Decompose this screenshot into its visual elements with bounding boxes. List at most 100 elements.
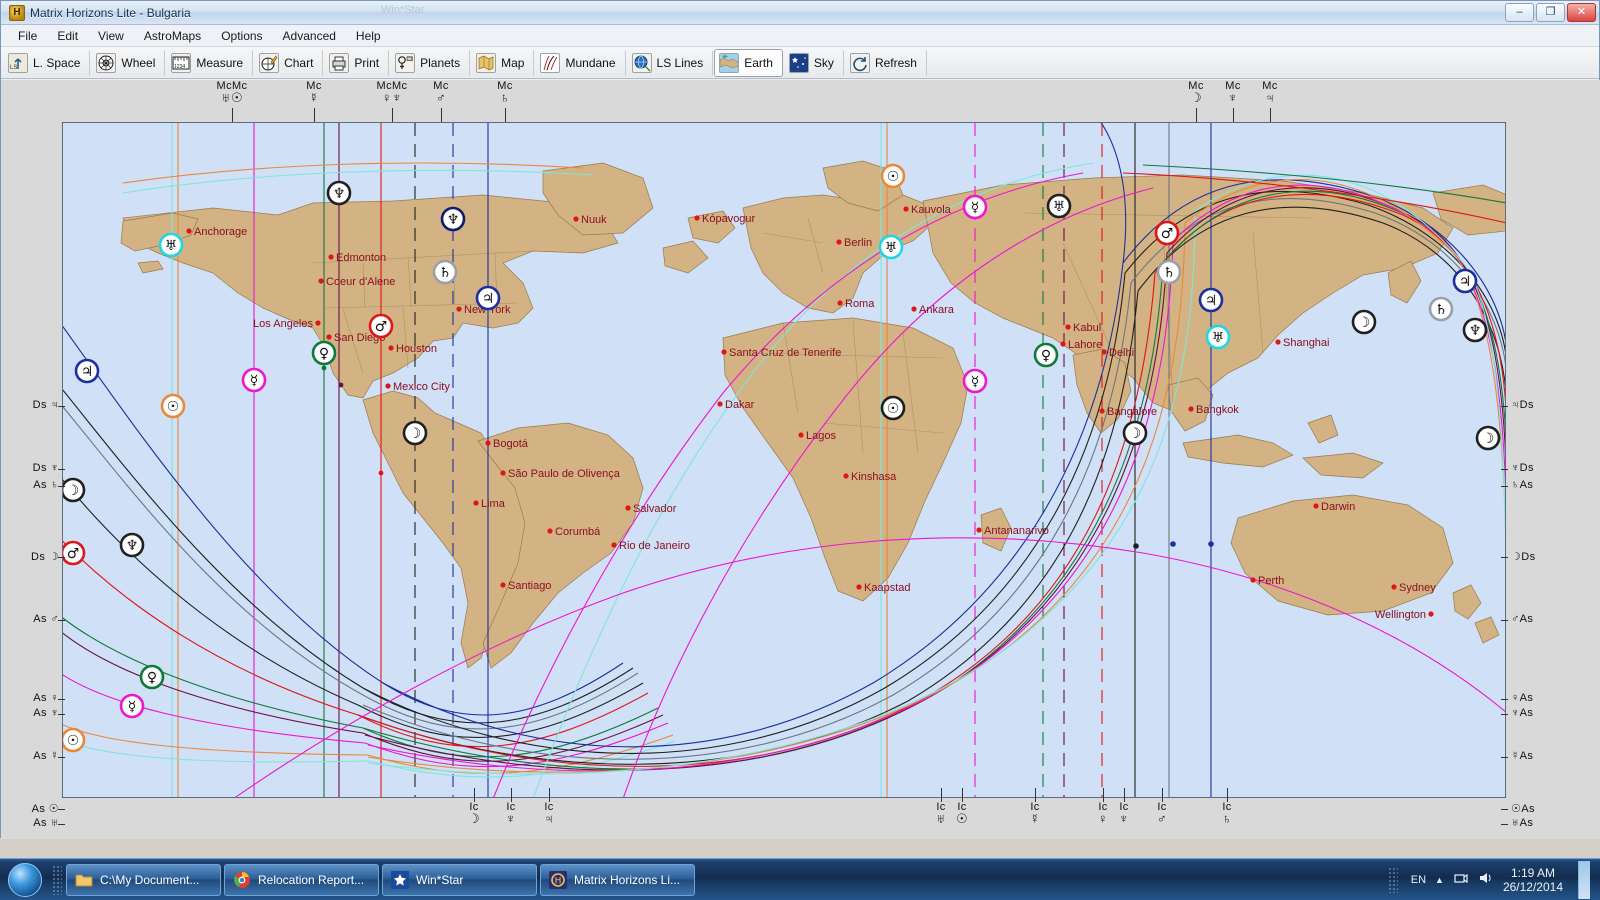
planet-marker[interactable]: ♃ — [1452, 268, 1478, 294]
planet-marker[interactable]: ♂ — [1154, 220, 1180, 246]
city-dot[interactable] — [694, 215, 700, 221]
planet-marker[interactable]: ☉ — [880, 395, 906, 421]
planet-marker[interactable]: ☽ — [1351, 309, 1377, 335]
planet-marker[interactable]: ♆ — [119, 532, 145, 558]
city-dot[interactable] — [798, 432, 804, 438]
planet-marker[interactable]: ☿ — [962, 368, 988, 394]
taskbar-item-3[interactable]: Win*Star — [382, 863, 537, 896]
planet-marker[interactable]: ☽ — [63, 477, 86, 503]
city-dot[interactable] — [1065, 324, 1071, 330]
title-bar[interactable]: H Matrix Horizons Lite - Bulgaria Win*St… — [1, 1, 1599, 25]
city-dot[interactable] — [721, 349, 727, 355]
city-dot[interactable] — [388, 345, 394, 351]
menu-item-options[interactable]: Options — [212, 26, 271, 46]
toolbar-button-mundane[interactable]: Mundane — [535, 48, 626, 77]
toolbar-button-earth[interactable]: Earth — [714, 48, 783, 77]
city-dot[interactable] — [315, 320, 321, 326]
city-dot[interactable] — [186, 228, 192, 234]
toolbar-button-sky[interactable]: Sky — [784, 48, 844, 77]
menu-item-advanced[interactable]: Advanced — [274, 26, 345, 46]
city-dot[interactable] — [1391, 584, 1397, 590]
planet-marker[interactable]: ♄ — [432, 259, 458, 285]
menu-item-view[interactable]: View — [89, 26, 133, 46]
toolbar-button-ls-lines[interactable]: LS Lines — [627, 48, 714, 77]
city-dot[interactable] — [611, 542, 617, 548]
planet-marker[interactable]: ☿ — [962, 194, 988, 220]
city-dot[interactable] — [385, 383, 391, 389]
menu-item-edit[interactable]: Edit — [48, 26, 87, 46]
menu-item-file[interactable]: File — [9, 26, 46, 46]
planet-marker[interactable]: ☉ — [160, 393, 186, 419]
toolbar-button-measure[interactable]: 1234 Measure — [166, 48, 254, 77]
toolbar-button-wheel[interactable]: Wheel — [91, 48, 166, 77]
toolbar-button-print[interactable]: Print — [324, 48, 390, 77]
city-dot[interactable] — [318, 278, 324, 284]
taskbar-item-4[interactable]: H Matrix Horizons Li... — [540, 863, 695, 896]
planet-marker[interactable]: ♅ — [158, 232, 184, 258]
tray-grip[interactable] — [1387, 866, 1398, 893]
planet-marker[interactable]: ♃ — [475, 285, 501, 311]
planet-marker[interactable]: ♂ — [63, 540, 86, 566]
planet-marker[interactable]: ☉ — [880, 163, 906, 189]
network-icon[interactable] — [1453, 871, 1469, 888]
planet-marker[interactable]: ♄ — [1156, 259, 1182, 285]
toolbar-button-refresh[interactable]: Refresh — [845, 48, 927, 77]
city-dot[interactable] — [856, 584, 862, 590]
city-dot[interactable] — [473, 500, 479, 506]
city-dot[interactable] — [837, 300, 843, 306]
planet-marker[interactable]: ♀ — [139, 664, 165, 690]
toolbar-button-chart[interactable]: Chart — [254, 48, 324, 77]
clock[interactable]: 1:19 AM 26/12/2014 — [1503, 866, 1563, 894]
planet-marker[interactable]: ♅ — [1205, 324, 1231, 350]
language-indicator[interactable]: EN — [1411, 874, 1426, 886]
planet-marker[interactable]: ☉ — [63, 727, 86, 753]
volume-icon[interactable] — [1478, 871, 1494, 888]
planet-marker[interactable]: ♆ — [1462, 317, 1488, 343]
planet-marker[interactable]: ♃ — [74, 358, 100, 384]
show-hidden-icons-button[interactable]: ▲ — [1435, 875, 1444, 885]
taskbar-item-1[interactable]: C:\My Document... — [66, 863, 221, 896]
toolbar-button-l-space[interactable]: LS L. Space — [3, 48, 91, 77]
city-dot[interactable] — [485, 440, 491, 446]
maximize-button[interactable]: ❐ — [1536, 3, 1565, 22]
planet-marker[interactable]: ♃ — [1198, 287, 1224, 313]
planet-marker[interactable]: ♄ — [1428, 296, 1454, 322]
planet-marker[interactable]: ♆ — [326, 180, 352, 206]
menu-item-help[interactable]: Help — [347, 26, 390, 46]
city-dot[interactable] — [911, 306, 917, 312]
city-dot[interactable] — [1188, 406, 1194, 412]
show-desktop-button[interactable] — [1578, 860, 1590, 899]
city-dot[interactable] — [326, 334, 332, 340]
minimize-button[interactable]: – — [1505, 3, 1534, 22]
city-dot[interactable] — [1060, 341, 1066, 347]
planet-marker[interactable]: ☽ — [402, 420, 428, 446]
city-dot[interactable] — [328, 254, 334, 260]
city-dot[interactable] — [547, 528, 553, 534]
planet-marker[interactable]: ☽ — [1122, 420, 1148, 446]
city-dot[interactable] — [1428, 611, 1434, 617]
planet-marker[interactable]: ♀ — [1033, 342, 1059, 368]
planet-marker[interactable]: ♅ — [1046, 193, 1072, 219]
city-dot[interactable] — [903, 206, 909, 212]
city-dot[interactable] — [1250, 577, 1256, 583]
city-dot[interactable] — [843, 473, 849, 479]
planet-marker[interactable]: ♂ — [368, 313, 394, 339]
planet-marker[interactable]: ♆ — [440, 206, 466, 232]
planet-marker[interactable]: ☽ — [1475, 425, 1501, 451]
city-dot[interactable] — [625, 505, 631, 511]
city-dot[interactable] — [976, 527, 982, 533]
toolbar-button-planets[interactable]: Planets — [390, 48, 471, 77]
city-dot[interactable] — [500, 470, 506, 476]
city-dot[interactable] — [1275, 339, 1281, 345]
city-dot[interactable] — [456, 306, 462, 312]
planet-marker[interactable]: ☿ — [241, 367, 267, 393]
world-map[interactable]: Anchorage Edmonton Coeur d'Alene Los Angele… — [62, 122, 1506, 798]
planet-marker[interactable]: ♅ — [878, 234, 904, 260]
planet-marker[interactable]: ♀ — [311, 340, 337, 366]
city-dot[interactable] — [836, 239, 842, 245]
start-button[interactable] — [2, 861, 48, 899]
city-dot[interactable] — [500, 582, 506, 588]
city-dot[interactable] — [573, 216, 579, 222]
city-dot[interactable] — [1099, 408, 1105, 414]
taskbar-grip[interactable] — [52, 864, 62, 895]
